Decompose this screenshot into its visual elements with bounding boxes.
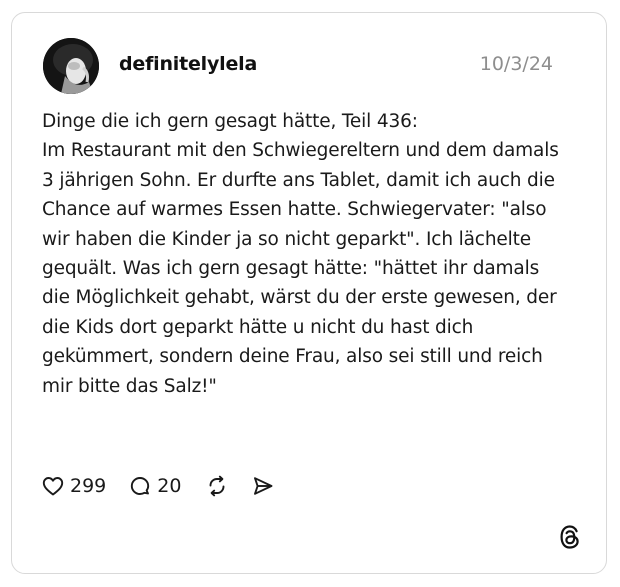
send-icon [251, 474, 275, 498]
heart-icon [41, 474, 65, 498]
comment-icon [128, 474, 152, 498]
repost-button[interactable] [205, 474, 229, 498]
avatar[interactable] [43, 38, 99, 94]
repost-icon [205, 474, 229, 498]
threads-logo-icon [558, 523, 582, 551]
post-card: definitelylela 10/3/24 Dinge die ich ger… [11, 12, 607, 574]
post-date: 10/3/24 [479, 53, 553, 75]
username[interactable]: definitelylela [119, 52, 257, 76]
like-button[interactable]: 299 [41, 473, 106, 499]
reply-count: 20 [157, 475, 182, 497]
avatar-image [43, 38, 99, 94]
post-body: Dinge die ich gern gesagt hätte, Teil 43… [42, 111, 559, 397]
reply-button[interactable]: 20 [128, 473, 181, 499]
like-count: 299 [70, 475, 107, 497]
share-button[interactable] [251, 474, 275, 498]
post-actions: 299 20 [41, 473, 275, 499]
